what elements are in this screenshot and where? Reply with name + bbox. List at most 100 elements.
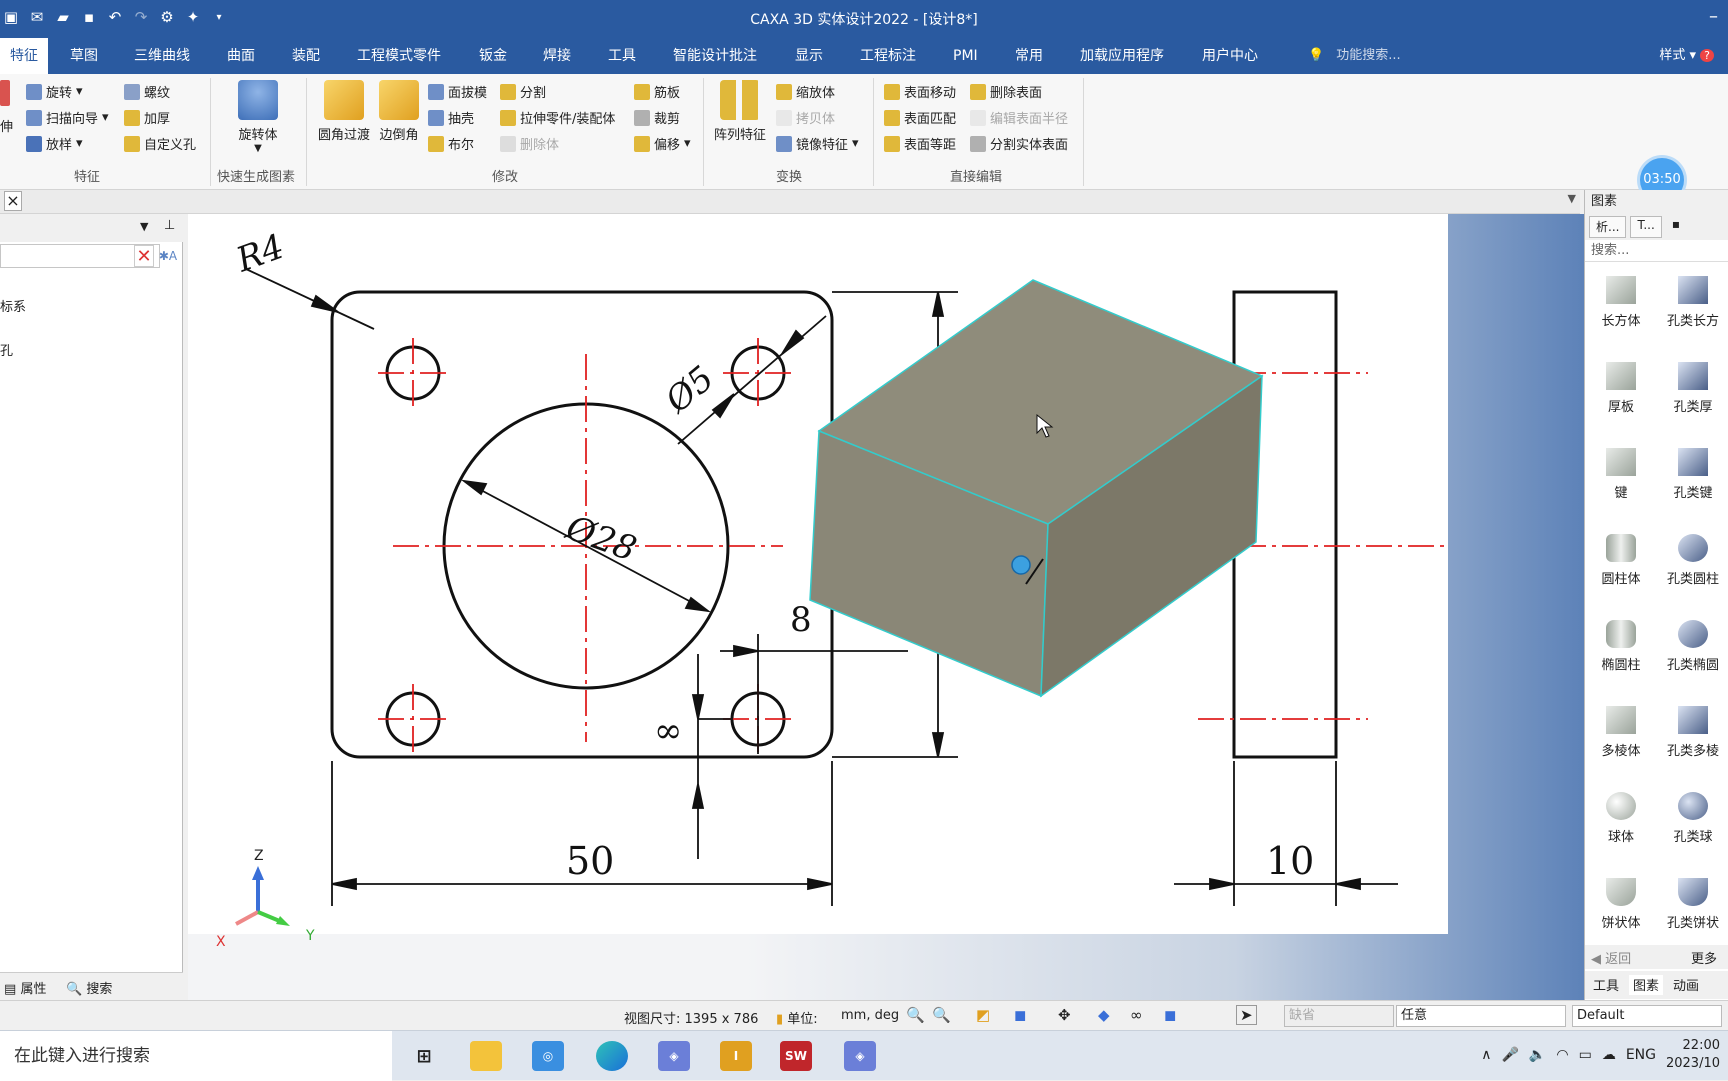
- face-offset-button[interactable]: 表面等距: [884, 134, 956, 153]
- taskbar-search[interactable]: 在此键入进行搜索: [0, 1031, 392, 1081]
- tab-tools[interactable]: 工具: [608, 38, 636, 74]
- zoom-icon[interactable]: 🔍: [906, 1006, 925, 1024]
- face-move-button[interactable]: 表面移动: [884, 82, 956, 101]
- thread-button[interactable]: 螺纹: [124, 82, 170, 101]
- loft-button[interactable]: 放样 ▾: [26, 134, 83, 153]
- view-orient-icon[interactable]: ◩: [976, 1006, 990, 1024]
- shape-hole-cylinder[interactable]: 孔类圆柱: [1657, 526, 1728, 612]
- shape-hole-ellipse[interactable]: 孔类椭圆: [1657, 612, 1728, 698]
- function-search[interactable]: 💡 功能搜索...: [1308, 38, 1401, 74]
- clear-icon[interactable]: ✕: [134, 245, 154, 267]
- wifi-icon[interactable]: ◠: [1556, 1047, 1568, 1063]
- thicken-button[interactable]: 加厚: [124, 108, 170, 127]
- shape-hole-key[interactable]: 孔类键: [1657, 440, 1728, 526]
- unit-value[interactable]: mm, deg: [841, 1008, 899, 1023]
- zoom-area-icon[interactable]: 🔍: [932, 1006, 951, 1024]
- revolve-button[interactable]: 旋转 ▾: [26, 82, 83, 101]
- cube-icon[interactable]: ◼: [1164, 1006, 1176, 1024]
- fillet-button[interactable]: 圆角过渡: [314, 80, 374, 143]
- battery-icon[interactable]: ▭: [1579, 1047, 1592, 1063]
- pan-icon[interactable]: ✥: [1058, 1006, 1071, 1024]
- tree-item-coordinate[interactable]: 标系: [0, 296, 26, 315]
- library-tab-analysis[interactable]: 析...: [1589, 216, 1627, 238]
- tab-common[interactable]: 常用: [1015, 38, 1043, 74]
- shell-button[interactable]: 抽壳: [428, 108, 474, 127]
- tab-feature[interactable]: 特征: [0, 38, 48, 74]
- chevron-up-icon[interactable]: ∧: [1481, 1047, 1491, 1063]
- save-icon[interactable]: ▪: [1666, 216, 1686, 238]
- pattern-feature-button[interactable]: 阵列特征: [710, 80, 770, 143]
- tab-addins[interactable]: 加载应用程序: [1080, 38, 1164, 74]
- library-search[interactable]: 搜索...: [1585, 240, 1728, 262]
- help-icon[interactable]: ?: [1700, 49, 1714, 62]
- draft-face-button[interactable]: 面拔模: [428, 82, 487, 101]
- shape-plate[interactable]: 厚板: [1585, 354, 1657, 440]
- delete-face-button[interactable]: 删除表面: [970, 82, 1042, 101]
- glasses-icon[interactable]: ∞: [1130, 1006, 1143, 1024]
- tab-assembly[interactable]: 装配: [292, 38, 320, 74]
- shape-elliptic-cylinder[interactable]: 椭圆柱: [1585, 612, 1657, 698]
- chamfer-button[interactable]: 边倒角: [376, 80, 422, 143]
- file-explorer-icon[interactable]: [470, 1041, 502, 1071]
- copy-body-button[interactable]: 拷贝体: [776, 108, 835, 127]
- tab-weld[interactable]: 焊接: [543, 38, 571, 74]
- edit-face-radius-button[interactable]: 编辑表面半径: [970, 108, 1068, 127]
- tab-tools[interactable]: 工具: [1593, 975, 1619, 995]
- more-button[interactable]: 更多: [1691, 948, 1717, 967]
- tab-engineering-dim[interactable]: 工程标注: [860, 38, 916, 74]
- microphone-icon[interactable]: 🎤: [1501, 1047, 1518, 1063]
- shape-pie[interactable]: 饼状体: [1585, 870, 1657, 956]
- tab-sheet-metal[interactable]: 钣金: [479, 38, 507, 74]
- shape-hole-plate[interactable]: 孔类厚: [1657, 354, 1728, 440]
- tab-user-center[interactable]: 用户中心: [1202, 38, 1258, 74]
- shape-hole-prism[interactable]: 孔类多棱: [1657, 698, 1728, 784]
- shape-hole-pie[interactable]: 孔类饼状: [1657, 870, 1728, 956]
- tab-surface[interactable]: 曲面: [227, 38, 255, 74]
- language-indicator[interactable]: ENG: [1626, 1047, 1656, 1063]
- shape-cylinder[interactable]: 圆柱体: [1585, 526, 1657, 612]
- extrude-partial[interactable]: [0, 80, 10, 106]
- search-tab[interactable]: 🔍 搜索: [66, 978, 112, 997]
- style-dropdown[interactable]: Default: [1572, 1005, 1722, 1027]
- filter-dropdown[interactable]: 缺省: [1284, 1005, 1394, 1027]
- shape-hole-box[interactable]: 孔类长方: [1657, 268, 1728, 354]
- tree-item-hole[interactable]: 孔: [0, 340, 13, 359]
- tab-display[interactable]: 显示: [795, 38, 823, 74]
- shape-sphere[interactable]: 球体: [1585, 784, 1657, 870]
- boolean-button[interactable]: 布尔: [428, 134, 474, 153]
- bilibili-icon[interactable]: ◎: [532, 1041, 564, 1071]
- 3d-viewport[interactable]: R4 Ø5 Ø28 8 ∞ 50 10 Z X Y: [188, 214, 1584, 1000]
- task-view-icon[interactable]: ⊞: [408, 1041, 440, 1071]
- tab-3d-curve[interactable]: 三维曲线: [134, 38, 190, 74]
- offset-button[interactable]: 偏移 ▾: [634, 134, 691, 153]
- shape-key[interactable]: 键: [1585, 440, 1657, 526]
- properties-tab[interactable]: ▤ 属性: [4, 978, 46, 997]
- select-arrow-icon[interactable]: ➤: [1236, 1005, 1257, 1025]
- style-menu[interactable]: 样式 ▾ ?: [1659, 38, 1714, 74]
- tab-elements[interactable]: 图素: [1629, 975, 1664, 995]
- scale-body-button[interactable]: 缩放体: [776, 82, 835, 101]
- tab-engineering-part[interactable]: 工程模式零件: [357, 38, 441, 74]
- filter-icon[interactable]: ✱A: [158, 245, 178, 267]
- solidworks-icon[interactable]: SW: [780, 1041, 812, 1071]
- tab-smart-annotation[interactable]: 智能设计批注: [673, 38, 757, 74]
- extrude-part-button[interactable]: 拉伸零件/装配体: [500, 108, 615, 127]
- pin-icon[interactable]: ⊥: [164, 218, 175, 233]
- cloud-icon[interactable]: ☁: [1602, 1047, 1616, 1063]
- shape-box[interactable]: 长方体: [1585, 268, 1657, 354]
- mirror-feature-button[interactable]: 镜像特征 ▾: [776, 134, 859, 153]
- tab-sketch[interactable]: 草图: [70, 38, 98, 74]
- snap-dropdown[interactable]: 任意: [1396, 1005, 1566, 1027]
- sweep-wizard-button[interactable]: 扫描向导 ▾: [26, 108, 109, 127]
- back-button[interactable]: ◀ 返回: [1591, 948, 1631, 967]
- custom-hole-button[interactable]: 自定义孔: [124, 134, 196, 153]
- face-match-button[interactable]: 表面匹配: [884, 108, 956, 127]
- trim-button[interactable]: 裁剪: [634, 108, 680, 127]
- split-button[interactable]: 分割: [500, 82, 546, 101]
- shape-polygon-prism[interactable]: 多棱体: [1585, 698, 1657, 784]
- rib-button[interactable]: 筋板: [634, 82, 680, 101]
- library-tab-text[interactable]: T...: [1630, 216, 1662, 238]
- minimize-button[interactable]: –: [1709, 6, 1718, 27]
- shape-hole-sphere[interactable]: 孔类球: [1657, 784, 1728, 870]
- delete-body-button[interactable]: 删除体: [500, 134, 559, 153]
